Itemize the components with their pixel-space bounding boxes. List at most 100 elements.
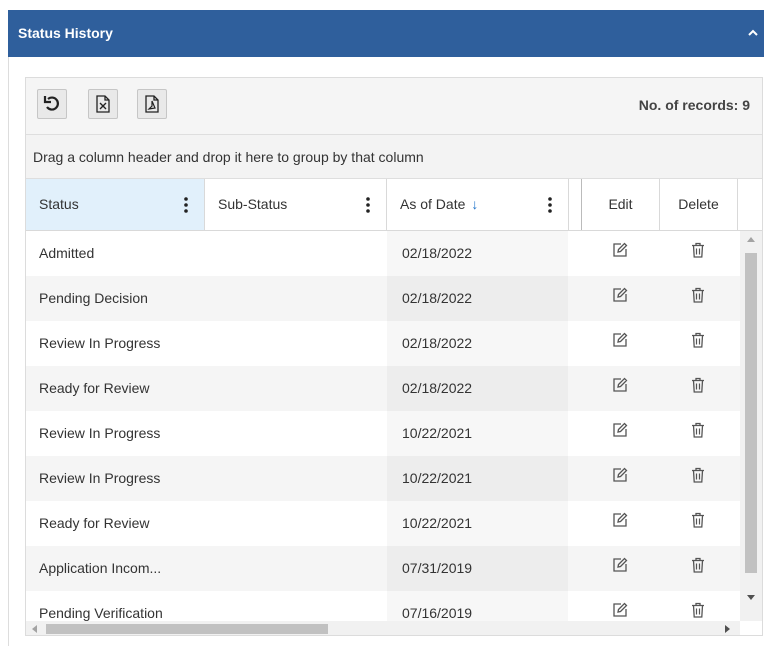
edit-icon bbox=[612, 366, 628, 411]
as-of-date-cell: 07/16/2019 bbox=[387, 591, 568, 621]
table-row[interactable]: Ready for Review 02/18/2022 bbox=[26, 366, 740, 411]
edit-icon bbox=[612, 321, 628, 366]
table-row[interactable]: Review In Progress 02/18/2022 bbox=[26, 321, 740, 366]
column-label: As of Date bbox=[400, 196, 466, 212]
delete-button[interactable] bbox=[659, 456, 737, 501]
grid-toolbar: No. of records: 9 bbox=[26, 78, 762, 134]
as-of-date-cell: 02/18/2022 bbox=[387, 231, 568, 276]
scroll-left-arrow-icon[interactable] bbox=[32, 625, 37, 633]
chevron-up-icon[interactable] bbox=[746, 26, 760, 40]
as-of-date-cell: 10/22/2021 bbox=[387, 411, 568, 456]
scroll-up-arrow-icon[interactable] bbox=[747, 237, 755, 242]
edit-button[interactable] bbox=[581, 456, 659, 501]
scroll-right-arrow-icon[interactable] bbox=[725, 625, 730, 633]
column-label: Edit bbox=[608, 196, 633, 212]
column-menu-icon[interactable] bbox=[184, 196, 188, 214]
edit-button[interactable] bbox=[581, 546, 659, 591]
column-header-status[interactable]: Status bbox=[26, 179, 205, 230]
edit-icon bbox=[612, 546, 628, 591]
scroll-down-arrow-icon[interactable] bbox=[747, 595, 755, 600]
as-of-date-cell: 02/18/2022 bbox=[387, 366, 568, 411]
column-header-row: Status Sub-Status As of Date ↓ Edit Delet… bbox=[26, 179, 762, 231]
trash-icon bbox=[691, 501, 705, 546]
as-of-date-cell: 10/22/2021 bbox=[387, 501, 568, 546]
trash-icon bbox=[691, 321, 705, 366]
edit-button[interactable] bbox=[581, 321, 659, 366]
edit-button[interactable] bbox=[581, 231, 659, 276]
as-of-date-cell: 02/18/2022 bbox=[387, 276, 568, 321]
panel-title: Status History bbox=[18, 25, 113, 41]
edit-icon bbox=[612, 456, 628, 501]
edit-button[interactable] bbox=[581, 591, 659, 621]
delete-button[interactable] bbox=[659, 591, 737, 621]
delete-button[interactable] bbox=[659, 231, 737, 276]
vertical-scroll-thumb[interactable] bbox=[745, 253, 757, 573]
status-cell: Review In Progress bbox=[39, 425, 161, 441]
vertical-scrollbar[interactable] bbox=[740, 231, 762, 621]
column-resize-handle[interactable] bbox=[569, 179, 582, 230]
column-menu-icon[interactable] bbox=[366, 196, 370, 214]
table-row[interactable]: Review In Progress 10/22/2021 bbox=[26, 456, 740, 501]
edit-icon bbox=[612, 591, 628, 621]
column-header-as-of-date[interactable]: As of Date ↓ bbox=[387, 179, 569, 230]
column-menu-icon[interactable] bbox=[548, 196, 552, 214]
status-history-grid: No. of records: 9 Drag a column header a… bbox=[25, 77, 763, 636]
status-cell: Review In Progress bbox=[39, 335, 161, 351]
pdf-export-button[interactable] bbox=[137, 89, 167, 119]
as-of-date-cell: 02/18/2022 bbox=[387, 321, 568, 366]
status-cell: Admitted bbox=[39, 245, 95, 261]
group-hint: Drag a column header and drop it here to… bbox=[33, 149, 424, 165]
table-row[interactable]: Pending Verification 07/16/2019 bbox=[26, 591, 740, 621]
pdf-export-icon bbox=[145, 95, 159, 113]
delete-button[interactable] bbox=[659, 321, 737, 366]
trash-icon bbox=[691, 591, 705, 621]
table-row[interactable]: Application Incom... 07/31/2019 bbox=[26, 546, 740, 591]
delete-button[interactable] bbox=[659, 366, 737, 411]
edit-button[interactable] bbox=[581, 366, 659, 411]
trash-icon bbox=[691, 231, 705, 276]
as-of-date-cell: 10/22/2021 bbox=[387, 456, 568, 501]
edit-icon bbox=[612, 276, 628, 321]
column-label: Delete bbox=[678, 196, 719, 212]
as-of-date-cell: 07/31/2019 bbox=[387, 546, 568, 591]
column-label: Status bbox=[39, 196, 79, 212]
excel-export-button[interactable] bbox=[88, 89, 118, 119]
excel-export-icon bbox=[96, 95, 110, 113]
status-cell: Application Incom... bbox=[39, 560, 162, 576]
delete-button[interactable] bbox=[659, 276, 737, 321]
trash-icon bbox=[691, 366, 705, 411]
edit-button[interactable] bbox=[581, 411, 659, 456]
delete-button[interactable] bbox=[659, 411, 737, 456]
edit-icon bbox=[612, 501, 628, 546]
table-row[interactable]: Ready for Review 10/22/2021 bbox=[26, 501, 740, 546]
status-cell: Pending Decision bbox=[39, 290, 148, 306]
table-row[interactable]: Review In Progress 10/22/2021 bbox=[26, 411, 740, 456]
undo-button[interactable] bbox=[37, 89, 67, 119]
horizontal-scrollbar[interactable] bbox=[26, 621, 740, 635]
trash-icon bbox=[691, 411, 705, 456]
panel-header[interactable]: Status History bbox=[8, 10, 764, 57]
edit-icon bbox=[612, 231, 628, 276]
status-cell: Pending Verification bbox=[39, 605, 163, 621]
trash-icon bbox=[691, 276, 705, 321]
horizontal-scroll-thumb[interactable] bbox=[46, 624, 328, 634]
column-header-delete: Delete bbox=[660, 179, 738, 230]
edit-icon bbox=[612, 411, 628, 456]
column-label: Sub-Status bbox=[218, 196, 288, 212]
grid-rows: Admitted 02/18/2022 Pending Decision 02/18/… bbox=[26, 231, 740, 621]
status-cell: Review In Progress bbox=[39, 470, 161, 486]
trash-icon bbox=[691, 456, 705, 501]
delete-button[interactable] bbox=[659, 546, 737, 591]
records-count: No. of records: 9 bbox=[638, 97, 750, 113]
column-header-sub-status[interactable]: Sub-Status bbox=[205, 179, 387, 230]
table-row[interactable]: Admitted 02/18/2022 bbox=[26, 231, 740, 276]
edit-button[interactable] bbox=[581, 276, 659, 321]
edit-button[interactable] bbox=[581, 501, 659, 546]
delete-button[interactable] bbox=[659, 501, 737, 546]
table-row[interactable]: Pending Decision 02/18/2022 bbox=[26, 276, 740, 321]
group-drop-area[interactable]: Drag a column header and drop it here to… bbox=[26, 134, 762, 179]
status-cell: Ready for Review bbox=[39, 515, 150, 531]
column-label-wrap: As of Date ↓ bbox=[400, 196, 478, 212]
column-header-edit: Edit bbox=[582, 179, 660, 230]
undo-icon bbox=[43, 96, 59, 111]
